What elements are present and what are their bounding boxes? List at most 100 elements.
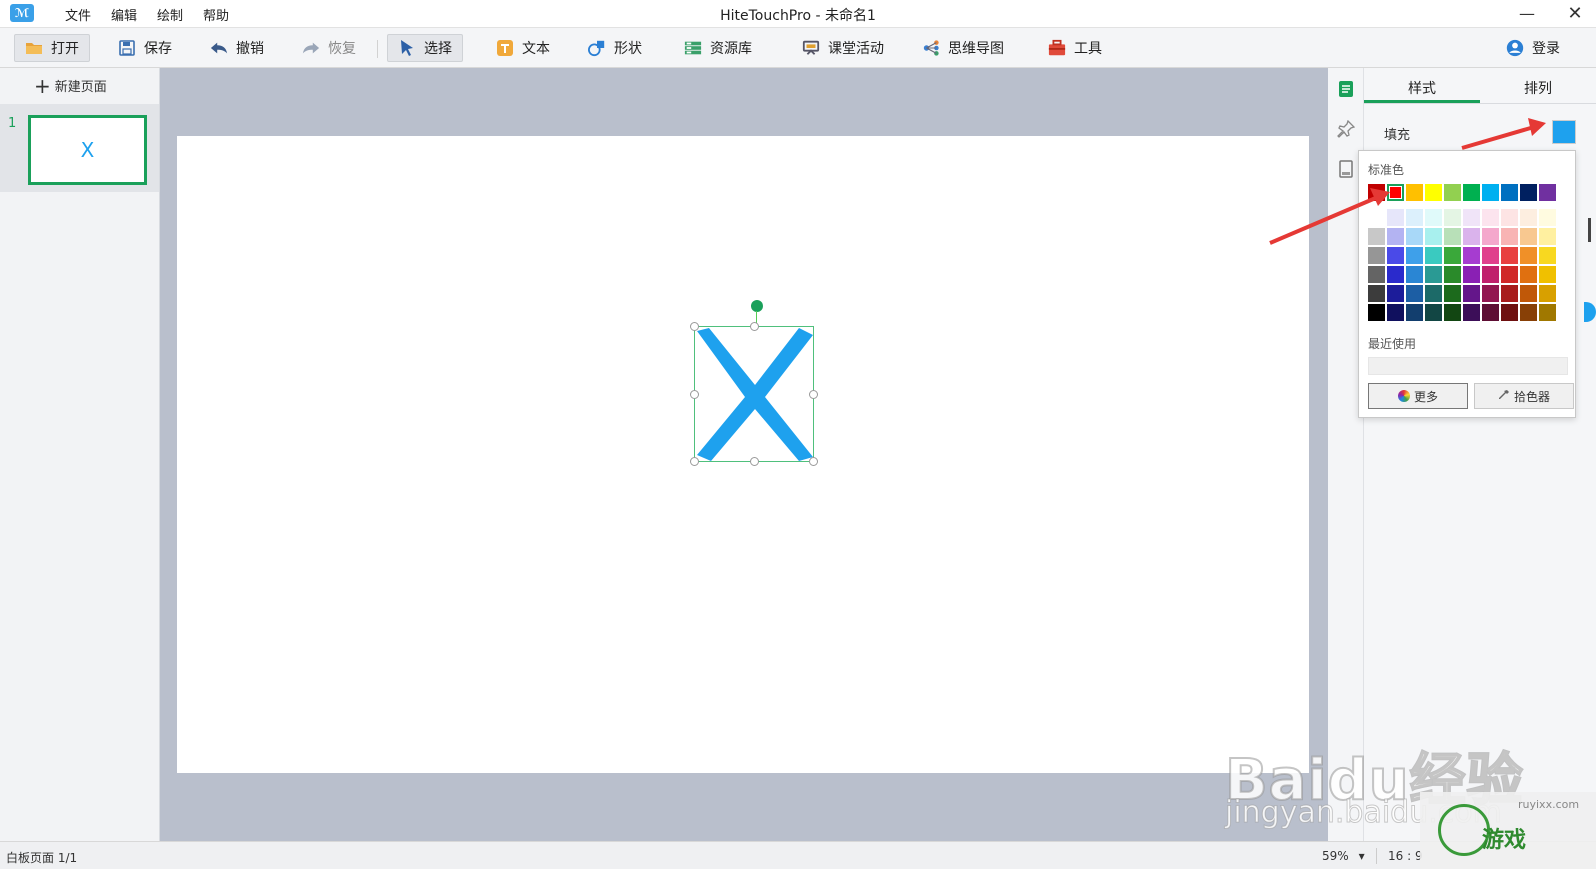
gradient-color-swatch[interactable] <box>1501 228 1518 245</box>
menu-file[interactable]: 文件 <box>55 5 101 24</box>
gradient-color-swatch[interactable] <box>1520 247 1537 264</box>
menu-draw[interactable]: 绘制 <box>147 5 193 24</box>
gradient-color-swatch[interactable] <box>1425 304 1442 321</box>
gradient-color-swatch[interactable] <box>1482 304 1499 321</box>
shape-button[interactable]: 形状 <box>578 34 652 62</box>
library-button[interactable]: 资源库 <box>674 34 762 62</box>
zoom-dropdown[interactable]: 59% ▾ <box>1322 849 1365 863</box>
new-page-button[interactable]: + 新建页面 <box>34 76 107 96</box>
gradient-color-swatch[interactable] <box>1387 266 1404 283</box>
gradient-color-swatch[interactable] <box>1463 228 1480 245</box>
gradient-color-swatch[interactable] <box>1520 285 1537 302</box>
menu-edit[interactable]: 编辑 <box>101 5 147 24</box>
gradient-color-swatch[interactable] <box>1425 266 1442 283</box>
login-button[interactable]: 登录 <box>1496 34 1570 62</box>
tab-style[interactable]: 样式 <box>1364 78 1480 98</box>
gradient-color-swatch[interactable] <box>1539 228 1556 245</box>
gradient-color-swatch[interactable] <box>1482 209 1499 226</box>
gradient-color-swatch[interactable] <box>1406 285 1423 302</box>
gradient-color-swatch[interactable] <box>1482 247 1499 264</box>
gradient-color-swatch[interactable] <box>1463 247 1480 264</box>
standard-color-swatch[interactable] <box>1463 184 1480 201</box>
standard-color-swatch[interactable] <box>1425 184 1442 201</box>
gradient-color-swatch[interactable] <box>1501 266 1518 283</box>
more-colors-button[interactable]: 更多 <box>1368 383 1468 409</box>
standard-color-swatch[interactable] <box>1539 184 1556 201</box>
aspect-ratio[interactable]: 16 : 9 <box>1388 849 1423 863</box>
gradient-color-swatch[interactable] <box>1539 285 1556 302</box>
gradient-color-swatch[interactable] <box>1520 266 1537 283</box>
close-button[interactable]: ✕ <box>1560 2 1590 24</box>
gradient-color-swatch[interactable] <box>1482 285 1499 302</box>
gradient-color-swatch[interactable] <box>1368 209 1385 226</box>
fill-color-swatch[interactable] <box>1552 120 1576 144</box>
tools-button[interactable]: 工具 <box>1038 34 1112 62</box>
resize-handle-sw[interactable] <box>690 457 699 466</box>
page-layout-icon[interactable] <box>1337 160 1355 178</box>
selection-box[interactable] <box>690 322 818 466</box>
gradient-color-swatch[interactable] <box>1406 209 1423 226</box>
gradient-color-swatch[interactable] <box>1368 228 1385 245</box>
standard-color-swatch[interactable] <box>1444 184 1461 201</box>
gradient-color-swatch[interactable] <box>1520 228 1537 245</box>
open-button[interactable]: 打开 <box>14 34 90 62</box>
gradient-color-swatch[interactable] <box>1444 304 1461 321</box>
resize-handle-n[interactable] <box>750 322 759 331</box>
gradient-color-swatch[interactable] <box>1501 285 1518 302</box>
gradient-color-swatch[interactable] <box>1425 247 1442 264</box>
gradient-color-swatch[interactable] <box>1520 304 1537 321</box>
gradient-color-swatch[interactable] <box>1501 247 1518 264</box>
gradient-color-swatch[interactable] <box>1406 266 1423 283</box>
save-button[interactable]: 保存 <box>108 34 182 62</box>
gradient-color-swatch[interactable] <box>1444 266 1461 283</box>
undo-button[interactable]: 撤销 <box>200 34 274 62</box>
gradient-color-swatch[interactable] <box>1463 285 1480 302</box>
class-activity-button[interactable]: 课堂活动 <box>792 34 894 62</box>
gradient-color-swatch[interactable] <box>1406 247 1423 264</box>
gradient-color-swatch[interactable] <box>1520 209 1537 226</box>
x-shape[interactable] <box>695 327 815 463</box>
gradient-color-swatch[interactable] <box>1368 304 1385 321</box>
gradient-color-swatch[interactable] <box>1444 285 1461 302</box>
gradient-color-swatch[interactable] <box>1444 209 1461 226</box>
gradient-color-swatch[interactable] <box>1482 266 1499 283</box>
selected-shape-group[interactable] <box>690 300 820 466</box>
gradient-color-swatch[interactable] <box>1387 209 1404 226</box>
gradient-color-swatch[interactable] <box>1368 247 1385 264</box>
menu-help[interactable]: 帮助 <box>193 5 239 24</box>
pin-icon[interactable] <box>1337 120 1355 138</box>
gradient-color-swatch[interactable] <box>1501 304 1518 321</box>
gradient-color-swatch[interactable] <box>1368 285 1385 302</box>
standard-color-swatch[interactable] <box>1520 184 1537 201</box>
page-thumbnail[interactable]: X <box>28 115 147 185</box>
resize-handle-se[interactable] <box>809 457 818 466</box>
gradient-color-swatch[interactable] <box>1539 247 1556 264</box>
rotation-handle[interactable] <box>751 300 763 312</box>
gradient-color-swatch[interactable] <box>1463 266 1480 283</box>
gradient-color-swatch[interactable] <box>1387 247 1404 264</box>
standard-color-swatch[interactable] <box>1501 184 1518 201</box>
eyedropper-button[interactable]: 拾色器 <box>1474 383 1574 409</box>
mindmap-button[interactable]: 思维导图 <box>912 34 1014 62</box>
gradient-color-swatch[interactable] <box>1463 304 1480 321</box>
resize-handle-nw[interactable] <box>690 322 699 331</box>
gradient-color-swatch[interactable] <box>1539 209 1556 226</box>
gradient-color-swatch[interactable] <box>1425 209 1442 226</box>
page-list-item[interactable]: 1 X <box>0 104 159 192</box>
standard-color-swatch[interactable] <box>1387 184 1404 201</box>
tab-arrange[interactable]: 排列 <box>1480 78 1596 98</box>
gradient-color-swatch[interactable] <box>1444 228 1461 245</box>
document-properties-icon[interactable] <box>1337 80 1355 98</box>
gradient-color-swatch[interactable] <box>1425 228 1442 245</box>
gradient-color-swatch[interactable] <box>1463 209 1480 226</box>
gradient-color-swatch[interactable] <box>1387 304 1404 321</box>
gradient-color-swatch[interactable] <box>1444 247 1461 264</box>
gradient-color-swatch[interactable] <box>1539 304 1556 321</box>
gradient-color-swatch[interactable] <box>1406 304 1423 321</box>
gradient-color-swatch[interactable] <box>1482 228 1499 245</box>
minimize-button[interactable]: — <box>1512 2 1542 24</box>
resize-handle-e[interactable] <box>809 390 818 399</box>
gradient-color-swatch[interactable] <box>1425 285 1442 302</box>
resize-handle-w[interactable] <box>690 390 699 399</box>
redo-button[interactable]: 恢复 <box>292 34 366 62</box>
